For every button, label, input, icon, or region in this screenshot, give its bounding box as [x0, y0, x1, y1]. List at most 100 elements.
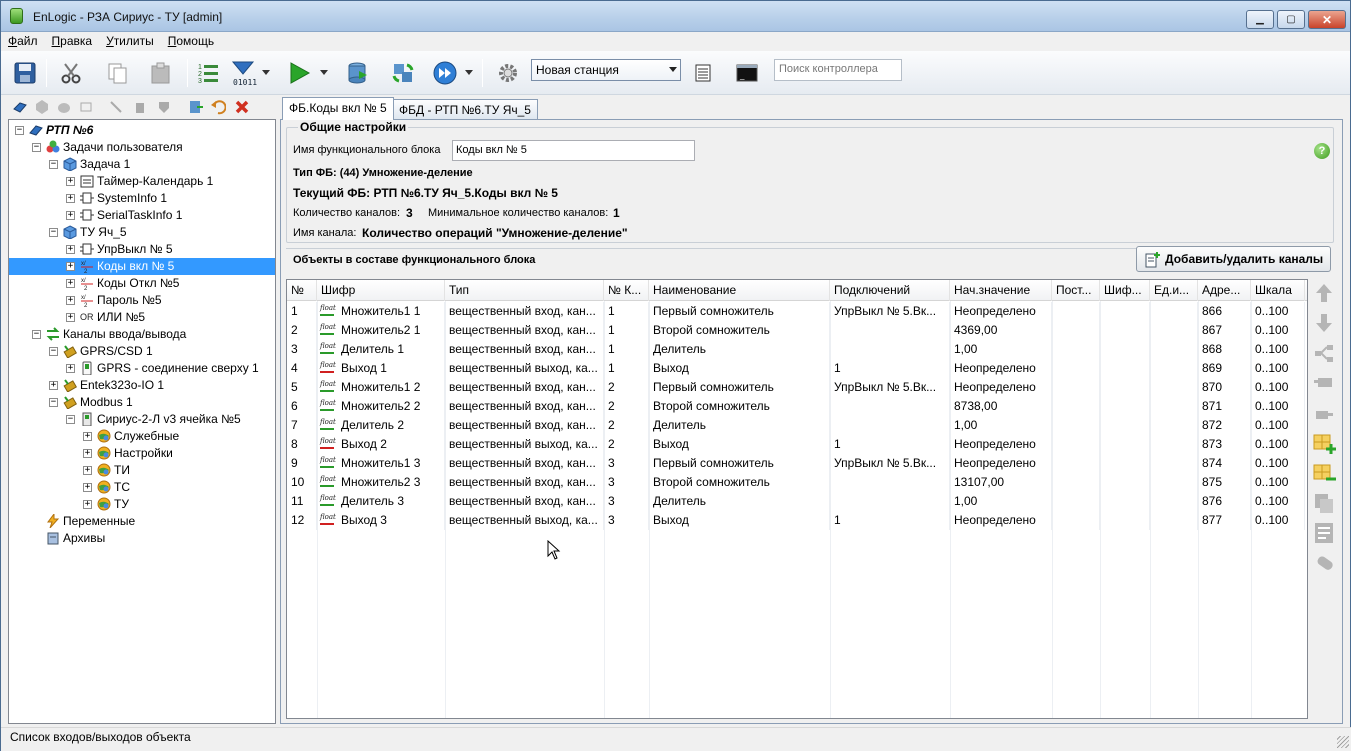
tree-node[interactable]: − GPRS/CSD 1 [9, 343, 275, 360]
collapse-icon[interactable]: − [32, 330, 41, 339]
tab-fb-codes[interactable]: ФБ.Коды вкл № 5 [282, 97, 394, 120]
plug-icon[interactable] [1312, 371, 1336, 395]
cut-icon[interactable] [57, 59, 85, 87]
table-row[interactable]: 11 float Делитель 3 вещественный вход, кан.… [287, 492, 1307, 511]
tree-node[interactable]: + OR ИЛИ №5 [9, 309, 275, 326]
fb-name-input[interactable]: Коды вкл № 5 [452, 140, 695, 161]
table-row[interactable]: 3 float Делитель 1 вещественный вход, кан..… [287, 340, 1307, 359]
undo-icon[interactable] [210, 99, 226, 115]
database-icon[interactable] [343, 59, 371, 87]
expand-icon[interactable]: + [49, 381, 58, 390]
remove-row-icon[interactable] [1312, 461, 1336, 485]
branch-icon[interactable] [1312, 341, 1336, 365]
objects-table[interactable]: № Шифр Тип № К... Наименование Подключений Нач… [286, 279, 1308, 719]
fast-forward-dropdown-icon[interactable] [462, 59, 476, 87]
properties-icon[interactable] [689, 59, 717, 87]
tree-node[interactable]: + x/2 Коды Откл №5 [9, 275, 275, 292]
tree-node[interactable]: − Задача 1 [9, 156, 275, 173]
tree-node[interactable]: + Настройки [9, 445, 275, 462]
run-icon[interactable] [285, 59, 313, 87]
tree-node[interactable]: + SystemInfo 1 [9, 190, 275, 207]
column-header[interactable]: Шифр [317, 280, 445, 301]
table-row[interactable]: 1 float Множитель1 1 вещественный вход, кан… [287, 302, 1307, 321]
tree-node[interactable]: + Служебные [9, 428, 275, 445]
table-row[interactable]: 4 float Выход 1 вещественный выход, ка... 1 В… [287, 359, 1307, 378]
column-header[interactable]: Ед.и... [1150, 280, 1198, 301]
title-bar[interactable]: EnLogic - РЗА Сириус - ТУ [admin] ▁ ▢ ✕ [1, 1, 1350, 32]
terminal-icon[interactable]: _ [733, 59, 761, 87]
expand-icon[interactable]: + [66, 194, 75, 203]
expand-icon[interactable]: + [83, 500, 92, 509]
close-button[interactable]: ✕ [1308, 10, 1346, 29]
table-row[interactable]: 8 float Выход 2 вещественный выход, ка... 2 В… [287, 435, 1307, 454]
gear-icon[interactable] [494, 59, 522, 87]
maximize-button[interactable]: ▢ [1277, 10, 1305, 29]
tree-node[interactable]: − Modbus 1 [9, 394, 275, 411]
tree-node[interactable]: + GPRS - соединение сверху 1 [9, 360, 275, 377]
expand-icon[interactable]: + [66, 364, 75, 373]
column-header[interactable]: № К... [604, 280, 649, 301]
collapse-icon[interactable]: − [49, 160, 58, 169]
project-icon[interactable] [12, 99, 28, 115]
station-select[interactable]: Новая станция [531, 59, 681, 81]
move-down-icon[interactable] [1312, 311, 1336, 335]
import-icon[interactable] [188, 99, 204, 115]
collapse-icon[interactable]: − [49, 347, 58, 356]
expand-icon[interactable]: + [66, 296, 75, 305]
column-header[interactable]: № [287, 280, 317, 301]
column-header[interactable]: Наименование [649, 280, 830, 301]
table-row[interactable]: 9 float Множитель1 3 вещественный вход, кан… [287, 454, 1307, 473]
move-up-icon[interactable] [1312, 281, 1336, 305]
tree-node[interactable]: + x/2 Пароль №5 [9, 292, 275, 309]
expand-icon[interactable]: + [66, 262, 75, 271]
table-row[interactable]: 2 float Множитель2 1 вещественный вход, кан… [287, 321, 1307, 340]
minimize-button[interactable]: ▁ [1246, 10, 1274, 29]
menu-help[interactable]: Помощь [161, 32, 221, 48]
compile-dropdown-icon[interactable] [259, 59, 273, 87]
fast-forward-icon[interactable] [431, 59, 459, 87]
copy-object-icon[interactable] [1312, 491, 1336, 515]
column-header[interactable]: Шиф... [1100, 280, 1150, 301]
tree-node[interactable]: + ТИ [9, 462, 275, 479]
menu-utilities[interactable]: Утилиты [99, 32, 161, 48]
tree-node[interactable]: + Таймер-Календарь 1 [9, 173, 275, 190]
menu-file[interactable]: Файл [1, 32, 45, 48]
column-header[interactable]: Пост... [1052, 280, 1100, 301]
resize-grip[interactable] [1337, 736, 1349, 748]
collapse-icon[interactable]: − [49, 228, 58, 237]
delete-bin-icon[interactable] [132, 99, 148, 115]
collapse-icon[interactable]: − [66, 415, 75, 424]
block-icon[interactable] [78, 99, 94, 115]
expand-icon[interactable]: + [66, 313, 75, 322]
column-header[interactable]: Шкала [1251, 280, 1305, 301]
expand-icon[interactable]: + [83, 483, 92, 492]
column-header[interactable]: Нач.значение [950, 280, 1052, 301]
column-header[interactable]: Подключений [830, 280, 950, 301]
hex-icon[interactable] [34, 99, 50, 115]
collapse-icon[interactable]: − [32, 143, 41, 152]
tab-fbd-rtp[interactable]: ФБД - РТП №6.ТУ Яч_5 [392, 99, 538, 119]
help-icon[interactable]: ? [1314, 143, 1330, 159]
table-row[interactable]: 12 float Выход 3 вещественный выход, ка... 3… [287, 511, 1307, 530]
tree-node[interactable]: + Entek323o-IO 1 [9, 377, 275, 394]
tree-node[interactable]: + УпрВыкл № 5 [9, 241, 275, 258]
save-icon[interactable] [11, 59, 39, 87]
table-row[interactable]: 5 float Множитель1 2 вещественный вход, кан… [287, 378, 1307, 397]
tree-node[interactable]: + ТУ [9, 496, 275, 513]
column-header[interactable]: Адре... [1198, 280, 1251, 301]
collapse-icon[interactable]: − [15, 126, 24, 135]
remove-icon[interactable] [234, 99, 250, 115]
list-details-icon[interactable] [1312, 521, 1336, 545]
paste-icon[interactable] [147, 59, 175, 87]
expand-icon[interactable]: + [66, 245, 75, 254]
project-tree[interactable]: − РТП №6− Задачи пользователя − Задача 1 + Тай… [8, 119, 276, 724]
collapse-icon[interactable]: − [49, 398, 58, 407]
expand-icon[interactable]: + [83, 432, 92, 441]
expand-icon[interactable]: + [83, 466, 92, 475]
tree-node[interactable]: − Сириус-2-Л v3 ячейка №5 [9, 411, 275, 428]
sync-icon[interactable] [389, 59, 417, 87]
disconnect-icon[interactable] [108, 99, 124, 115]
controller-search-input[interactable]: Поиск контроллера [774, 59, 902, 81]
shield-icon[interactable] [156, 99, 172, 115]
tree-node[interactable]: + x/2 Коды вкл № 5 [9, 258, 275, 275]
